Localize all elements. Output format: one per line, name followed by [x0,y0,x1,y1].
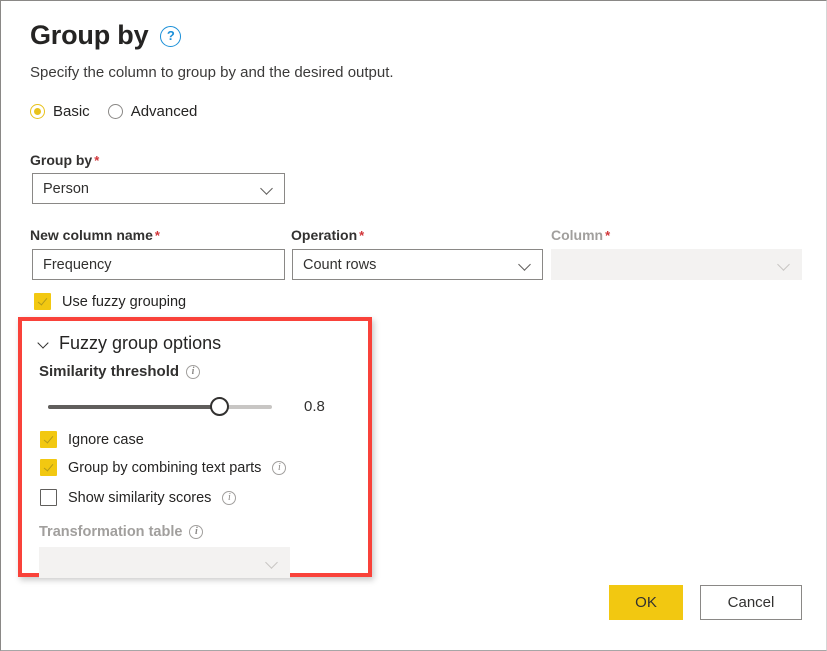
new-column-name-input[interactable]: Frequency [32,249,285,280]
chevron-down-icon [519,258,532,271]
info-icon[interactable]: i [186,364,201,379]
question-circle-icon[interactable]: ? [160,26,182,47]
checkbox-mark [40,489,57,506]
similarity-threshold-label: Similarity threshold i [39,363,201,380]
new-column-name-value: Frequency [43,256,112,273]
chevron-down-icon [261,182,274,195]
transformation-table-dropdown [39,547,290,578]
chevron-down-icon [778,258,791,271]
column-dropdown [551,249,802,280]
group-by-dialog: Group by ? Specify the column to group b… [0,0,827,651]
radio-advanced-label: Advanced [130,103,198,120]
page-title: Group by [30,20,149,50]
slider-fill [48,405,228,409]
dialog-header: Group by ? [30,19,182,51]
new-column-name-label-text: New column name [30,227,153,243]
transformation-table-label: Transformation table i [39,524,204,540]
operation-required-marker: * [359,228,365,243]
group-by-label-text: Group by [30,152,93,168]
group-by-label: Group by * [30,151,99,170]
info-icon[interactable]: i [222,490,237,505]
operation-label-text: Operation [291,227,358,243]
fuzzy-group-options-panel: Fuzzy group options Similarity threshold… [18,317,372,578]
new-column-required-marker: * [154,228,160,243]
new-column-name-label: New column name * [30,226,160,245]
group-by-required-marker: * [94,153,100,168]
combine-text-parts-label: Group by combining text parts [68,459,262,476]
operation-label: Operation * [291,226,364,245]
chevron-down-icon [266,556,279,569]
combine-text-parts-checkbox[interactable]: Group by combining text parts i [40,459,287,476]
similarity-threshold-slider[interactable]: 0.8 [39,394,359,420]
dialog-subtitle: Specify the column to group by and the d… [30,64,394,81]
info-icon[interactable]: i [189,525,204,539]
show-similarity-scores-label: Show similarity scores [68,489,212,506]
use-fuzzy-grouping-label: Use fuzzy grouping [62,293,187,310]
radio-advanced-mark [107,104,123,119]
use-fuzzy-grouping-checkbox[interactable]: Use fuzzy grouping [34,293,186,310]
chevron-down-icon [38,338,49,349]
checkbox-mark [34,293,51,310]
group-by-dropdown[interactable]: Person [32,173,285,204]
cancel-button[interactable]: Cancel [700,585,802,620]
radio-basic-mark [30,104,45,119]
fuzzy-group-options-header[interactable]: Fuzzy group options [38,332,221,354]
mode-radio-group: Basic Advanced [30,103,197,120]
ignore-case-checkbox[interactable]: Ignore case [40,431,144,448]
ignore-case-label: Ignore case [68,431,144,448]
checkbox-mark [40,431,57,448]
transformation-table-label-text: Transformation table [39,524,183,540]
similarity-threshold-label-text: Similarity threshold [39,363,180,380]
group-by-value: Person [43,180,89,197]
fuzzy-group-options-title: Fuzzy group options [59,333,222,353]
operation-dropdown[interactable]: Count rows [292,249,543,280]
info-icon[interactable]: i [272,460,287,475]
show-similarity-scores-checkbox[interactable]: Show similarity scores i [40,489,237,506]
column-required-marker: * [605,228,611,243]
similarity-threshold-value: 0.8 [304,398,325,415]
slider-track [48,405,272,409]
radio-advanced[interactable]: Advanced [107,103,198,120]
checkbox-mark [40,459,57,476]
column-label: Column * [551,226,610,245]
slider-thumb[interactable] [210,397,229,416]
operation-value: Count rows [303,256,377,273]
radio-basic[interactable]: Basic [30,103,90,120]
ok-button[interactable]: OK [609,585,683,620]
column-label-text: Column [551,227,604,243]
radio-basic-label: Basic [53,103,90,120]
